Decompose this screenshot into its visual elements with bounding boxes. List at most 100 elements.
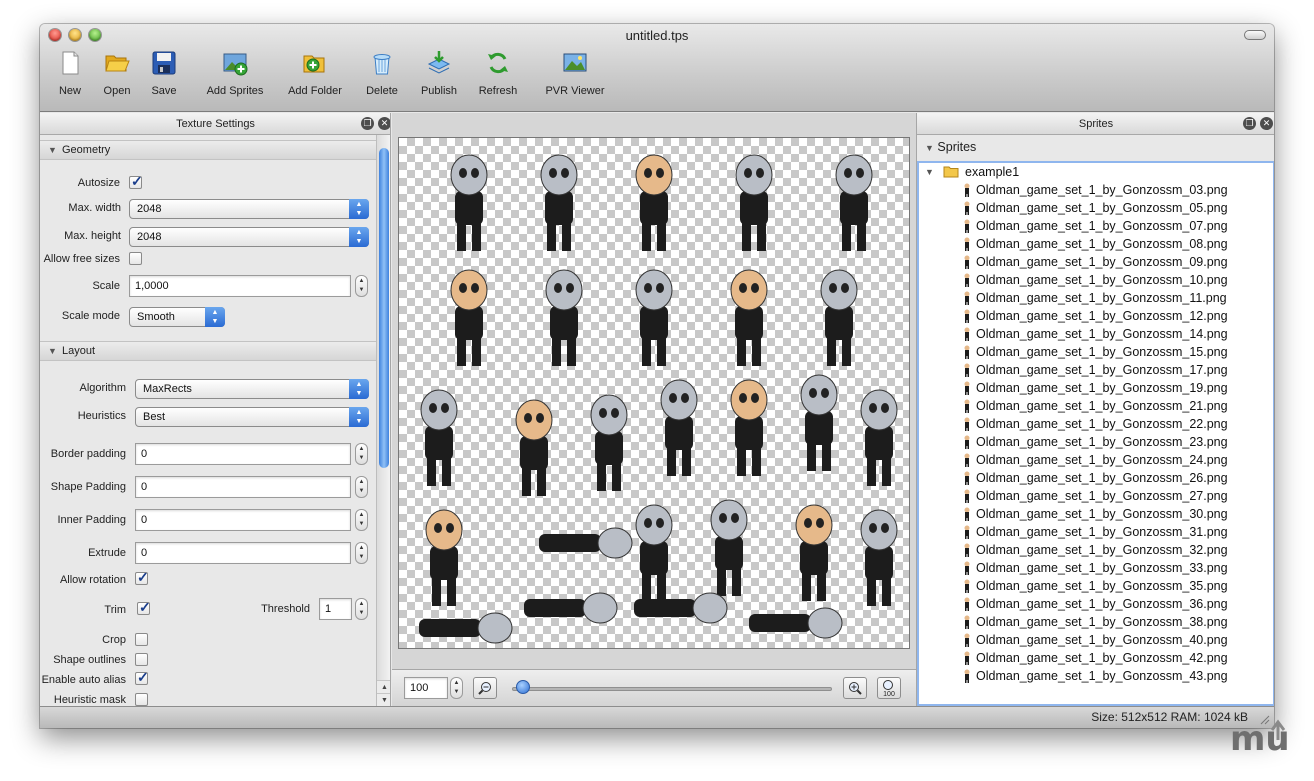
sprite-file-row[interactable]: Oldman_game_set_1_by_Gonzossm_10.png	[919, 271, 1273, 289]
zoom-slider[interactable]	[512, 687, 832, 691]
scale-stepper[interactable]: ▲ ▼	[355, 275, 368, 297]
sprite-file-row[interactable]: Oldman_game_set_1_by_Gonzossm_31.png	[919, 523, 1273, 541]
sprites-tree[interactable]: ▼ example1 Oldman_game_set_1_by_Gonzossm…	[917, 161, 1274, 706]
sprite-file-row[interactable]: Oldman_game_set_1_by_Gonzossm_35.png	[919, 577, 1273, 595]
algorithm-value: MaxRects	[143, 383, 192, 395]
sprite-file-row[interactable]: Oldman_game_set_1_by_Gonzossm_03.png	[919, 181, 1273, 199]
sprite-file-row[interactable]: Oldman_game_set_1_by_Gonzossm_42.png	[919, 649, 1273, 667]
sprite-file-row[interactable]: Oldman_game_set_1_by_Gonzossm_11.png	[919, 289, 1273, 307]
zoom-in-button[interactable]	[843, 677, 867, 699]
sprite-file-row[interactable]: Oldman_game_set_1_by_Gonzossm_23.png	[919, 433, 1273, 451]
add-sprites-button[interactable]: Add Sprites	[200, 50, 270, 102]
sprite-file-row[interactable]: Oldman_game_set_1_by_Gonzossm_14.png	[919, 325, 1273, 343]
trim-checkbox[interactable]: ✓	[137, 599, 151, 615]
scroll-up-arrow-icon[interactable]: ▲	[377, 680, 390, 693]
sprite-file-row[interactable]: Oldman_game_set_1_by_Gonzossm_22.png	[919, 415, 1273, 433]
shape-outlines-checkbox[interactable]	[135, 653, 148, 666]
max-width-select[interactable]: 2048 ▲ ▼	[129, 199, 369, 219]
sprite-file-row[interactable]: Oldman_game_set_1_by_Gonzossm_05.png	[919, 199, 1273, 217]
scroll-down-arrow-icon[interactable]: ▼	[377, 693, 390, 706]
refresh-button[interactable]: Refresh	[475, 50, 521, 102]
allow-free-sizes-checkbox[interactable]	[129, 252, 142, 265]
shape-padding-stepper[interactable]: ▲ ▼	[355, 476, 368, 498]
shape-outlines-label: Shape outlines	[53, 654, 126, 666]
settings-scrollbar[interactable]: ▲ ▼	[376, 135, 390, 706]
checkmark-icon: ✓	[139, 599, 151, 615]
sprite-file-row[interactable]: Oldman_game_set_1_by_Gonzossm_09.png	[919, 253, 1273, 271]
sprite-thumbnail-icon	[964, 237, 970, 251]
zoom-100-button[interactable]: 100	[877, 677, 901, 699]
sprite-file-row[interactable]: Oldman_game_set_1_by_Gonzossm_08.png	[919, 235, 1273, 253]
sprite-file-row[interactable]: Oldman_game_set_1_by_Gonzossm_30.png	[919, 505, 1273, 523]
threshold-input[interactable]: 1	[319, 598, 352, 620]
heuristics-select[interactable]: Best ▲ ▼	[135, 407, 369, 427]
sprite-file-row[interactable]: Oldman_game_set_1_by_Gonzossm_17.png	[919, 361, 1273, 379]
algorithm-select[interactable]: MaxRects ▲ ▼	[135, 379, 369, 399]
sprite-file-row[interactable]: Oldman_game_set_1_by_Gonzossm_27.png	[919, 487, 1273, 505]
sprite-file-row[interactable]: Oldman_game_set_1_by_Gonzossm_15.png	[919, 343, 1273, 361]
extrude-input[interactable]: 0	[135, 542, 351, 564]
new-button[interactable]: New	[52, 50, 88, 102]
border-padding-input[interactable]: 0	[135, 443, 351, 465]
scale-mode-select[interactable]: Smooth ▲ ▼	[129, 307, 225, 327]
allow-rotation-checkbox[interactable]: ✓	[135, 569, 149, 585]
popup-arrows-icon: ▲ ▼	[205, 307, 225, 327]
sprite-file-row[interactable]: Oldman_game_set_1_by_Gonzossm_36.png	[919, 595, 1273, 613]
enable-auto-alias-label: Enable auto alias	[41, 674, 126, 686]
sprite-file-row[interactable]: Oldman_game_set_1_by_Gonzossm_43.png	[919, 667, 1273, 685]
sprite-figure	[590, 394, 628, 491]
crop-checkbox[interactable]	[135, 633, 148, 646]
delete-button[interactable]: Delete	[362, 50, 402, 102]
sprite-thumbnail-icon	[964, 615, 970, 629]
sprite-file-row[interactable]: Oldman_game_set_1_by_Gonzossm_24.png	[919, 451, 1273, 469]
add-folder-button[interactable]: Add Folder	[282, 50, 348, 102]
sprites-root-label[interactable]: ▼ Sprites	[925, 140, 976, 154]
threshold-stepper[interactable]: ▲ ▼	[355, 598, 368, 620]
sprite-file-row[interactable]: Oldman_game_set_1_by_Gonzossm_40.png	[919, 631, 1273, 649]
sprite-file-name: Oldman_game_set_1_by_Gonzossm_23.png	[976, 435, 1228, 449]
sprite-file-name: Oldman_game_set_1_by_Gonzossm_36.png	[976, 597, 1228, 611]
zoom-stepper[interactable]: ▲ ▼	[450, 677, 463, 699]
sprite-file-row[interactable]: Oldman_game_set_1_by_Gonzossm_38.png	[919, 613, 1273, 631]
max-height-select[interactable]: 2048 ▲ ▼	[129, 227, 369, 247]
geometry-section-title: Geometry	[62, 144, 111, 156]
panel-detach-icon[interactable]: ❐	[1243, 117, 1256, 130]
sprite-file-row[interactable]: Oldman_game_set_1_by_Gonzossm_12.png	[919, 307, 1273, 325]
scale-label: Scale	[92, 280, 120, 292]
inner-padding-stepper[interactable]: ▲ ▼	[355, 509, 368, 531]
open-button[interactable]: Open	[99, 50, 135, 102]
border-padding-stepper[interactable]: ▲ ▼	[355, 443, 368, 465]
sprite-file-row[interactable]: Oldman_game_set_1_by_Gonzossm_21.png	[919, 397, 1273, 415]
zoom-out-button[interactable]	[473, 677, 497, 699]
sprite-file-row[interactable]: Oldman_game_set_1_by_Gonzossm_33.png	[919, 559, 1273, 577]
inner-padding-input[interactable]: 0	[135, 509, 351, 531]
panel-close-icon[interactable]: ✕	[1260, 117, 1273, 130]
pvr-viewer-button[interactable]: PVR Viewer	[540, 50, 610, 102]
enable-auto-alias-checkbox[interactable]: ✓	[135, 669, 149, 685]
shape-padding-input[interactable]: 0	[135, 476, 351, 498]
sprite-figure	[540, 154, 578, 251]
sprite-sheet-canvas[interactable]	[398, 137, 910, 649]
folder-row[interactable]: ▼ example1	[919, 163, 1273, 181]
sprite-file-row[interactable]: Oldman_game_set_1_by_Gonzossm_26.png	[919, 469, 1273, 487]
sprite-thumbnail-icon	[964, 291, 970, 305]
toolbar-toggle-button[interactable]	[1244, 30, 1266, 40]
sprite-file-row[interactable]: Oldman_game_set_1_by_Gonzossm_32.png	[919, 541, 1273, 559]
sprite-file-name: Oldman_game_set_1_by_Gonzossm_32.png	[976, 543, 1228, 557]
zoom-slider-knob[interactable]	[516, 680, 531, 694]
scrollbar-thumb[interactable]	[379, 148, 389, 468]
save-button[interactable]: Save	[146, 50, 182, 102]
zoom-input[interactable]: 100	[404, 677, 448, 699]
extrude-stepper[interactable]: ▲ ▼	[355, 542, 368, 564]
sprite-file-row[interactable]: Oldman_game_set_1_by_Gonzossm_19.png	[919, 379, 1273, 397]
scale-input[interactable]: 1,0000	[129, 275, 351, 297]
layout-section-header[interactable]: ▼ Layout	[40, 341, 376, 361]
heuristic-mask-checkbox[interactable]	[135, 693, 148, 706]
panel-detach-icon[interactable]: ❐	[361, 117, 374, 130]
max-height-label: Max. height	[64, 230, 121, 242]
sprite-file-row[interactable]: Oldman_game_set_1_by_Gonzossm_07.png	[919, 217, 1273, 235]
publish-button[interactable]: Publish	[416, 50, 462, 102]
panel-close-icon[interactable]: ✕	[378, 117, 390, 130]
autosize-checkbox[interactable]: ✓	[129, 173, 143, 189]
geometry-section-header[interactable]: ▼ Geometry	[40, 140, 376, 160]
